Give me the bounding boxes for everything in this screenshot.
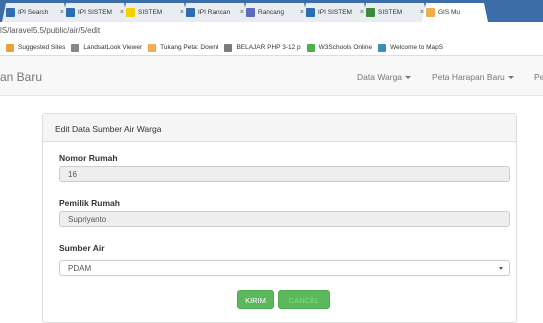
favicon-icon xyxy=(426,8,435,17)
browser-tab[interactable]: Rancang × xyxy=(242,3,308,22)
app-navbar: an Baru Data Warga Peta Harapan Baru Pe xyxy=(0,56,543,96)
browser-tab[interactable]: GIS Mu xyxy=(422,3,488,22)
bookmark-item[interactable]: LandsatLook Viewer xyxy=(71,43,143,52)
nav-item-peta-harapan-baru[interactable]: Peta Harapan Baru xyxy=(432,72,514,82)
browser-tab-title: IPI Rancan xyxy=(198,9,231,16)
bookmark-icon xyxy=(224,43,233,52)
bookmark-item[interactable]: BELAJAR PHP 3-12 p xyxy=(224,43,301,52)
browser-tab-strip: IPI Search × IPI SISTEM × SISTEM × IPI Rancan ×… xyxy=(0,0,543,22)
nav-item-label: Pe xyxy=(534,72,543,82)
browser-tab[interactable]: SISTEM × xyxy=(362,3,428,22)
bookmark-icon xyxy=(306,43,315,52)
browser-tab-title: IPI Search xyxy=(18,9,49,16)
navbar-brand[interactable]: an Baru xyxy=(0,70,42,84)
sumber-air-value: PDAM xyxy=(68,264,92,273)
close-icon[interactable]: × xyxy=(120,9,124,16)
address-url[interactable]: lS/laravel5.5/public/air/5/edit xyxy=(0,26,100,35)
favicon-icon xyxy=(366,8,375,17)
panel-heading: Edit Data Sumber Air Warga xyxy=(43,114,516,142)
pemilik-rumah-field[interactable]: Supriyanto xyxy=(59,211,510,227)
favicon-icon xyxy=(246,8,255,17)
favicon-icon xyxy=(306,8,315,17)
browser-tab-title: GIS Mu xyxy=(438,9,461,16)
address-bar[interactable]: lS/laravel5.5/public/air/5/edit xyxy=(0,22,543,40)
bookmark-item[interactable]: Tukang Peta: Downl xyxy=(148,43,219,52)
bookmark-item[interactable]: Welcome to MapS xyxy=(378,43,444,52)
nomor-rumah-label: Nomor Rumah xyxy=(59,153,118,163)
browser-tab-title: IPI SISTEM xyxy=(78,9,112,16)
cancel-button[interactable]: CANCEL xyxy=(278,290,330,309)
close-icon[interactable]: × xyxy=(180,9,184,16)
favicon-icon xyxy=(66,8,75,17)
bookmark-label: Suggested Sites xyxy=(18,44,66,51)
favicon-icon xyxy=(6,8,15,17)
close-icon[interactable]: × xyxy=(60,9,64,16)
sumber-air-select[interactable]: PDAM xyxy=(59,260,510,276)
chevron-down-icon xyxy=(499,267,503,270)
browser-tab-title: SISTEM xyxy=(138,9,163,16)
edit-form-panel: Edit Data Sumber Air Warga Nomor Rumah 1… xyxy=(42,113,517,323)
bookmark-label: W3Schools Online xyxy=(318,44,373,51)
nav-item-data-warga[interactable]: Data Warga xyxy=(357,72,412,82)
bookmark-icon xyxy=(6,43,14,52)
bookmark-label: Welcome to MapS xyxy=(390,44,444,51)
browser-tab-title: SISTEM xyxy=(378,9,403,16)
chevron-down-icon xyxy=(507,76,514,80)
browser-tab-title: IPI SISTEM xyxy=(318,9,352,16)
bookmark-item[interactable]: Suggested Sites xyxy=(6,43,66,52)
chevron-down-icon xyxy=(405,76,412,80)
pemilik-rumah-value: Supriyanto xyxy=(68,215,107,224)
browser-tab[interactable]: IPI Rancan × xyxy=(182,3,248,22)
browser-tab[interactable]: IPI Search × xyxy=(2,3,68,22)
bookmark-label: BELAJAR PHP 3-12 p xyxy=(236,44,301,51)
browser-tab[interactable]: IPI SISTEM × xyxy=(302,3,368,22)
kirim-button[interactable]: KIRIM xyxy=(237,290,274,309)
bookmark-icon xyxy=(148,43,157,52)
nav-item-label: Peta Harapan Baru xyxy=(432,72,505,82)
close-icon[interactable]: × xyxy=(300,9,304,16)
nomor-rumah-value: 16 xyxy=(68,170,77,179)
close-icon[interactable]: × xyxy=(420,9,424,16)
close-icon[interactable]: × xyxy=(240,9,244,16)
bookmark-item[interactable]: W3Schools Online xyxy=(306,43,373,52)
nav-item-label: Data Warga xyxy=(357,72,403,82)
bookmarks-bar: Suggested Sites LandsatLook Viewer Tukang … xyxy=(0,40,543,56)
browser-tab-title: Rancang xyxy=(258,9,285,16)
nomor-rumah-field[interactable]: 16 xyxy=(59,166,510,182)
bookmark-label: LandsatLook Viewer xyxy=(83,44,143,51)
bookmark-label: Tukang Peta: Downl xyxy=(160,44,219,51)
bookmark-icon xyxy=(378,43,387,52)
browser-tab[interactable]: SISTEM × xyxy=(122,3,188,22)
browser-tab[interactable]: IPI SISTEM × xyxy=(62,3,128,22)
favicon-icon xyxy=(126,8,135,17)
sumber-air-label: Sumber Air xyxy=(59,243,105,253)
close-icon[interactable]: × xyxy=(360,9,364,16)
pemilik-rumah-label: Pemilik Rumah xyxy=(59,198,120,208)
nav-item-more[interactable]: Pe xyxy=(534,72,543,82)
favicon-icon xyxy=(186,8,195,17)
bookmark-icon xyxy=(71,43,80,52)
